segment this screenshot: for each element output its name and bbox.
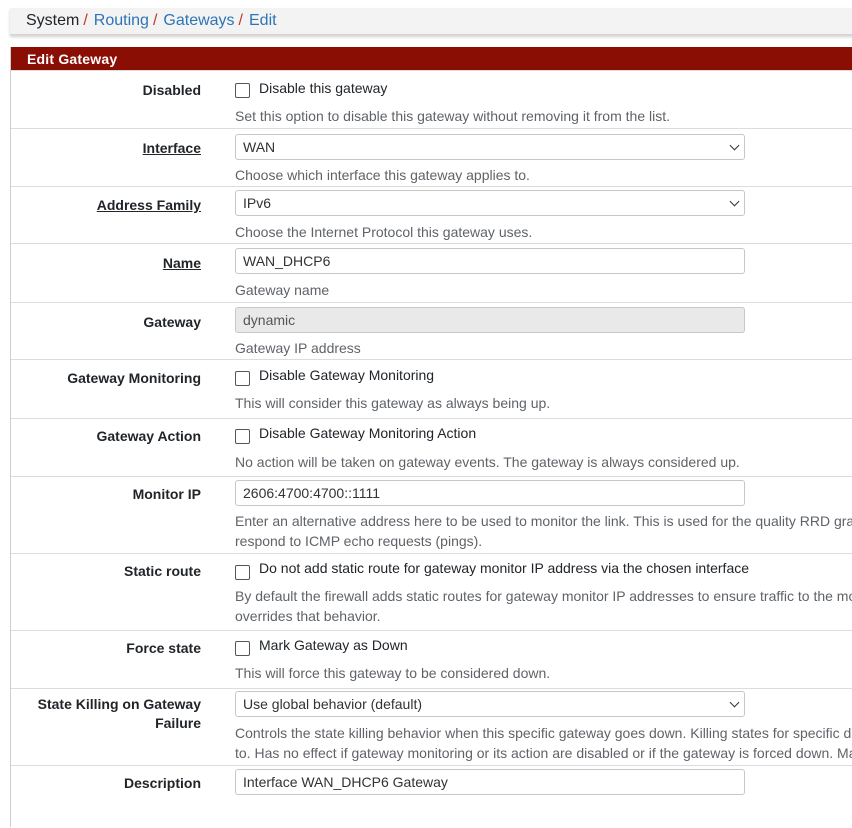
breadcrumb-separator: /: [238, 12, 243, 29]
force-state-help: This will force this gateway to be consi…: [235, 665, 551, 681]
monitor-ip-label: Monitor IP: [132, 486, 201, 502]
state-killing-select[interactable]: Use global behavior (default): [235, 691, 745, 717]
gateway-action-label: Gateway Action: [96, 428, 201, 444]
state-killing-help-line1: Controls the state killing behavior when…: [235, 725, 852, 741]
gateway-label: Gateway: [143, 314, 201, 330]
gateway-help: Gateway IP address: [235, 340, 361, 356]
row-gateway: Gateway dynamic Gateway IP address: [11, 302, 852, 360]
chevron-down-icon: [729, 697, 740, 708]
interface-select-value: WAN: [243, 139, 276, 155]
disable-monitoring-checkbox[interactable]: [235, 371, 250, 386]
no-static-route-checkbox[interactable]: [235, 565, 250, 580]
breadcrumb-routing-link[interactable]: Routing: [94, 12, 149, 29]
mark-gateway-down-checkbox-label[interactable]: Mark Gateway as Down: [259, 637, 408, 653]
monitor-ip-input[interactable]: 2606:4700:4700::1111: [235, 480, 745, 506]
description-input[interactable]: Interface WAN_DHCP6 Gateway: [235, 769, 745, 795]
interface-select[interactable]: WAN: [235, 134, 745, 160]
gateway-action-help: No action will be taken on gateway event…: [235, 454, 740, 470]
row-state-killing: State Killing on Gateway Failure Use glo…: [11, 688, 852, 766]
breadcrumb-gateways-link[interactable]: Gateways: [163, 12, 234, 29]
chevron-down-icon: [729, 196, 740, 207]
name-label: Name: [162, 255, 201, 271]
interface-label: Interface: [142, 140, 201, 156]
address-family-select-value: IPv6: [243, 195, 272, 211]
row-disabled: Disabled Disable this gateway Set this o…: [11, 70, 852, 129]
chevron-down-icon: [729, 140, 740, 151]
gateway-monitoring-label: Gateway Monitoring: [67, 370, 201, 386]
row-force-state: Force state Mark Gateway as Down This wi…: [11, 630, 852, 689]
disabled-label: Disabled: [142, 82, 201, 98]
edit-gateway-panel: Edit Gateway Disabled Disable this gatew…: [10, 47, 852, 827]
static-route-help-line1: By default the firewall adds static rout…: [235, 588, 852, 604]
row-name: Name WAN_DHCP6 Gateway name: [11, 243, 852, 303]
row-description: Description Interface WAN_DHCP6 Gateway: [11, 765, 852, 828]
disable-monitoring-checkbox-label[interactable]: Disable Gateway Monitoring: [259, 367, 434, 383]
address-family-select[interactable]: IPv6: [235, 190, 745, 216]
disable-gateway-checkbox[interactable]: [235, 83, 250, 98]
row-gateway-monitoring: Gateway Monitoring Disable Gateway Monit…: [11, 359, 852, 419]
name-help: Gateway name: [235, 282, 330, 298]
gateway-input[interactable]: dynamic: [235, 307, 745, 333]
breadcrumb: System / Routing / Gateways / Edit: [10, 8, 852, 35]
no-static-route-checkbox-label[interactable]: Do not add static route for gateway moni…: [259, 560, 749, 576]
monitor-ip-help-line1: Enter an alternative address here to be …: [235, 513, 852, 529]
state-killing-help-line2: to. Has no effect if gateway monitoring …: [235, 745, 852, 761]
static-route-help-line2: overrides that behavior.: [235, 608, 381, 624]
row-monitor-ip: Monitor IP 2606:4700:4700::1111 Enter an…: [11, 476, 852, 554]
disable-monitoring-action-checkbox-label[interactable]: Disable Gateway Monitoring Action: [259, 425, 476, 441]
row-static-route: Static route Do not add static route for…: [11, 553, 852, 631]
breadcrumb-edit-link[interactable]: Edit: [249, 12, 277, 29]
name-input[interactable]: WAN_DHCP6: [235, 248, 745, 274]
row-gateway-action: Gateway Action Disable Gateway Monitorin…: [11, 418, 852, 477]
static-route-label: Static route: [123, 563, 201, 579]
disable-gateway-checkbox-label[interactable]: Disable this gateway: [259, 80, 387, 96]
description-label: Description: [123, 775, 201, 791]
disabled-help: Set this option to disable this gateway …: [235, 108, 670, 124]
panel-title: Edit Gateway: [11, 47, 852, 70]
address-family-help: Choose the Internet Protocol this gatewa…: [235, 224, 533, 240]
monitor-ip-help-line2: respond to ICMP echo requests (pings).: [235, 533, 483, 549]
address-family-label: Address Family: [96, 197, 201, 213]
breadcrumb-separator: /: [152, 12, 158, 29]
state-killing-label: State Killing on Gateway Failure: [37, 696, 201, 731]
state-killing-select-value: Use global behavior (default): [243, 696, 422, 712]
disable-monitoring-action-checkbox[interactable]: [235, 429, 250, 444]
row-interface: Interface WAN Choose which interface thi…: [11, 128, 852, 187]
breadcrumb-system[interactable]: System: [26, 12, 79, 29]
gateway-monitoring-help: This will consider this gateway as alway…: [235, 395, 551, 411]
interface-help: Choose which interface this gateway appl…: [235, 167, 530, 183]
force-state-label: Force state: [126, 640, 201, 656]
row-address-family: Address Family IPv6 Choose the Internet …: [11, 186, 852, 244]
mark-gateway-down-checkbox[interactable]: [235, 641, 250, 656]
breadcrumb-separator: /: [83, 12, 88, 29]
